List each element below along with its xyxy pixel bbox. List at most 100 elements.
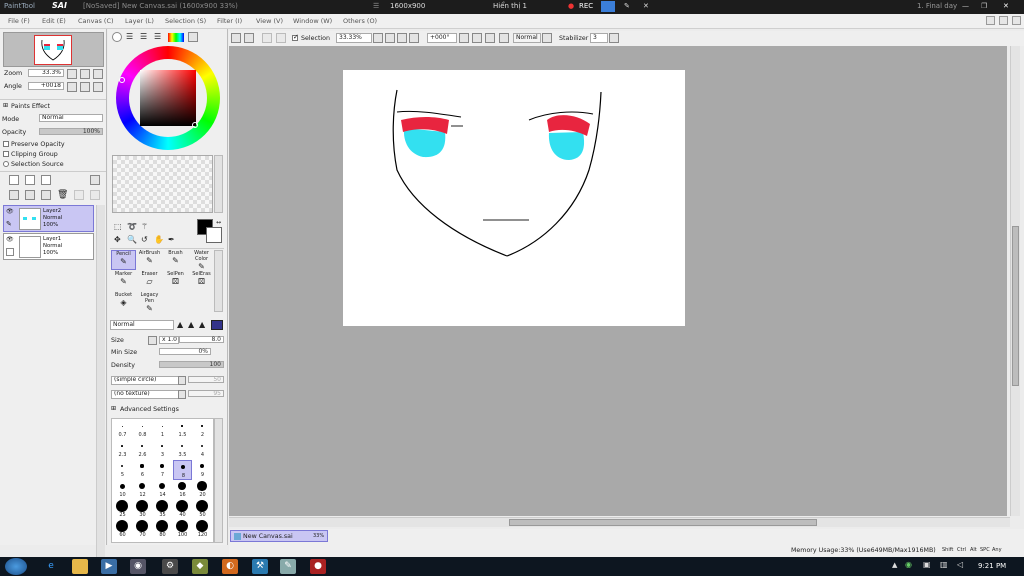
- toolbar-rotate-reset-icon[interactable]: [485, 33, 495, 43]
- swap-colors-icon[interactable]: ↔: [216, 219, 221, 226]
- edge-softest-icon[interactable]: [211, 320, 223, 330]
- media-icon[interactable]: ▶: [101, 559, 117, 574]
- brush-size-cell[interactable]: 2: [193, 420, 212, 440]
- brush-size-cell[interactable]: 3: [153, 440, 172, 460]
- toolbar-mode-field[interactable]: Normal: [513, 33, 541, 43]
- tray-icon-2[interactable]: ▣: [923, 560, 931, 569]
- toolbar-zoom-in-icon[interactable]: [397, 33, 407, 43]
- layer-lock-icon[interactable]: [6, 248, 14, 256]
- brush-size-cell[interactable]: 35: [153, 500, 172, 520]
- user-swatch-tab-icon[interactable]: [188, 32, 198, 42]
- hsv-slider-tab-icon[interactable]: ☰: [140, 33, 147, 41]
- rect-select-icon[interactable]: ⬚: [114, 222, 122, 231]
- menu-filter[interactable]: Filter (I): [217, 17, 242, 25]
- zoom-icon[interactable]: 🔍: [127, 235, 137, 244]
- stabilizer-field[interactable]: 3: [590, 33, 608, 43]
- recorder-display[interactable]: Hiển thị 1: [493, 2, 527, 10]
- tray-icon-1[interactable]: ◉: [905, 560, 912, 569]
- undo-icon[interactable]: [231, 33, 241, 43]
- hue-marker-icon[interactable]: [119, 77, 125, 83]
- pen-icon[interactable]: ✎: [624, 2, 630, 10]
- pencil-lock-icon[interactable]: ✎: [6, 220, 12, 228]
- transfer-down-icon[interactable]: [9, 190, 19, 200]
- magic-wand-icon[interactable]: ⚚: [141, 222, 148, 231]
- recorder-blue-button[interactable]: [601, 1, 615, 12]
- start-button[interactable]: [5, 558, 27, 575]
- explorer-icon[interactable]: [72, 559, 88, 574]
- eye-icon[interactable]: 👁: [6, 236, 14, 243]
- canvas-area[interactable]: [229, 46, 1007, 516]
- zoom-out-icon[interactable]: [67, 69, 77, 79]
- color-square[interactable]: [140, 70, 196, 126]
- opacity-slider[interactable]: 100%: [39, 128, 103, 135]
- menu-selection[interactable]: Selection (S): [165, 17, 206, 25]
- sai-taskbar-icon[interactable]: ✎: [280, 559, 296, 574]
- advanced-settings-label[interactable]: Advanced Settings: [120, 406, 179, 413]
- clock[interactable]: 9:21 PM: [978, 562, 1006, 570]
- tool-brush[interactable]: Brush ✎: [163, 250, 188, 270]
- tool-selpen[interactable]: SelPen ⚄: [163, 271, 188, 291]
- app-icon[interactable]: ⚙: [162, 559, 178, 574]
- eyedropper-icon[interactable]: ✒: [168, 235, 175, 244]
- size-slider[interactable]: 8.0: [179, 336, 224, 343]
- brush-size-cell[interactable]: 2.6: [133, 440, 152, 460]
- brush-size-cell[interactable]: 70: [133, 520, 152, 540]
- maximize-icon[interactable]: ❐: [981, 2, 987, 10]
- layer-panel-menu-icon[interactable]: [90, 175, 100, 185]
- expand-icon[interactable]: ⊞: [111, 405, 116, 412]
- brush-size-cell[interactable]: 120: [193, 520, 212, 540]
- rotate-icon[interactable]: ↺: [141, 235, 148, 244]
- firefox-icon[interactable]: ◐: [222, 559, 238, 574]
- toolbar-zoom-field[interactable]: 33.33%: [336, 33, 372, 43]
- brush-size-cell[interactable]: 100: [173, 520, 192, 540]
- menu-layer[interactable]: Layer (L): [125, 17, 154, 25]
- brush-size-cell[interactable]: 20: [193, 480, 212, 500]
- brush-size-cell[interactable]: 3.5: [173, 440, 192, 460]
- shape-strength[interactable]: 50: [188, 376, 224, 383]
- secondary-color-swatch[interactable]: [206, 227, 222, 243]
- zoom-field[interactable]: 33.3%: [28, 69, 64, 77]
- brush-size-grid[interactable]: 0.7 0.8 1 1.5 2 2.3 2.6 3 3.5 4 5 6 7 8 9 10 12 14 16 20 25 3…: [111, 418, 214, 543]
- recorder-close-icon[interactable]: ✕: [643, 2, 649, 10]
- size-lock-icon[interactable]: [148, 336, 157, 345]
- doc-minimize-icon[interactable]: [986, 16, 995, 25]
- tool-bucket[interactable]: Bucket ◈: [111, 292, 136, 312]
- brush-size-cell[interactable]: 1.5: [173, 420, 192, 440]
- menu-canvas[interactable]: Canvas (C): [78, 17, 114, 25]
- tool-eraser[interactable]: Eraser ▱: [137, 271, 162, 291]
- color-wheel-tab-icon[interactable]: [112, 32, 122, 42]
- vertical-scroll-thumb[interactable]: [1012, 226, 1019, 386]
- toolbar-zoom-out-icon[interactable]: [385, 33, 395, 43]
- tools-scrollbar[interactable]: [214, 250, 223, 312]
- tool-app-icon[interactable]: ⚒: [252, 559, 268, 574]
- tool-legacy-pen[interactable]: Legacy Pen ✎: [137, 292, 162, 313]
- density-slider[interactable]: 100: [159, 361, 224, 368]
- rotate-left-icon[interactable]: [67, 82, 77, 92]
- rgb-slider-tab-icon[interactable]: ☰: [126, 33, 133, 41]
- new-folder-icon[interactable]: [41, 175, 51, 185]
- menu-edit[interactable]: Edit (E): [42, 17, 66, 25]
- brush-texture-select[interactable]: (no texture): [111, 390, 181, 399]
- canvas-tab[interactable]: New Canvas.sai 33%: [230, 530, 328, 542]
- brush-size-scrollbar[interactable]: [214, 418, 223, 543]
- tool-watercolor[interactable]: Water Color ✎: [189, 250, 214, 271]
- brush-size-cell[interactable]: 9: [193, 460, 212, 480]
- rotate-reset-icon[interactable]: [93, 82, 103, 92]
- recorder-taskbar-icon[interactable]: ●: [310, 559, 326, 574]
- mixer-tab-icon[interactable]: ☰: [154, 33, 161, 41]
- tool-pencil[interactable]: Pencil ✎: [111, 250, 136, 270]
- toolbar-zoom-dropdown-icon[interactable]: [373, 33, 383, 43]
- eye-icon[interactable]: 👁: [6, 208, 14, 215]
- brush-size-cell[interactable]: 5: [113, 460, 132, 480]
- new-linework-layer-icon[interactable]: [25, 175, 35, 185]
- horizontal-scrollbar[interactable]: [229, 517, 1010, 527]
- edge-soft-icon[interactable]: ▲: [199, 320, 205, 329]
- layer-mode-select[interactable]: Normal: [39, 114, 103, 122]
- apply-mask-icon[interactable]: [90, 190, 100, 200]
- toolbar-zoom-reset-icon[interactable]: [409, 33, 419, 43]
- rec-button[interactable]: REC: [579, 2, 593, 10]
- minimize-icon[interactable]: —: [962, 2, 969, 10]
- merge-down-icon[interactable]: [25, 190, 35, 200]
- brush-size-cell[interactable]: 30: [133, 500, 152, 520]
- show-hidden-icon[interactable]: ▲: [892, 561, 897, 569]
